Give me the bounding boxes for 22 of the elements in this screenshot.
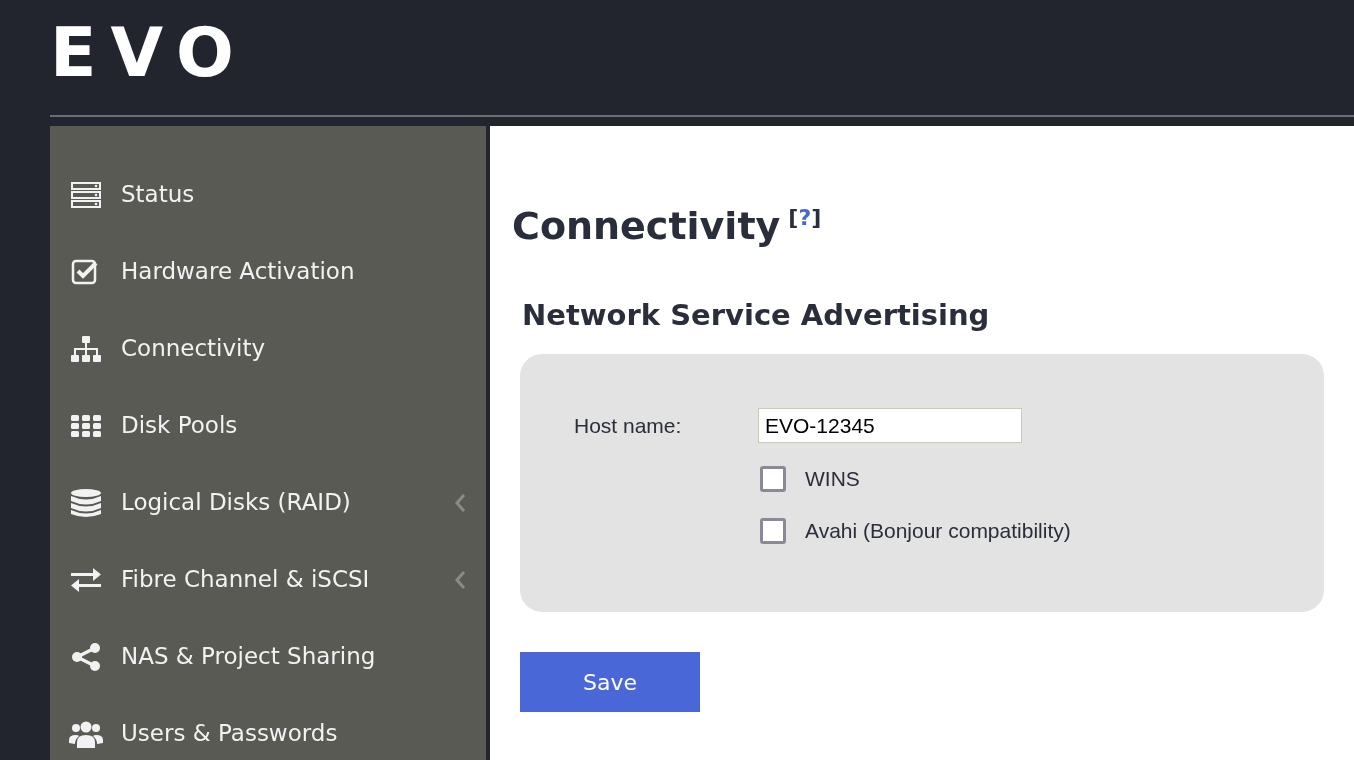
logo: EVO [50, 18, 248, 87]
save-button[interactable]: Save [520, 652, 700, 713]
checkbox-label: WINS [805, 466, 860, 493]
sidebar-item[interactable]: Logical Disks (RAID) [50, 464, 486, 541]
sidebar-item[interactable]: Hardware Activation [50, 233, 486, 310]
sidebar-item[interactable]: Status [50, 156, 486, 233]
help-link[interactable]: [?] [788, 205, 822, 231]
section-title: Network Service Advertising [522, 297, 991, 333]
sidebar-item[interactable]: Fibre Channel & iSCSI [50, 541, 486, 618]
sidebar-item[interactable]: Connectivity [50, 310, 486, 387]
sidebar-item[interactable]: Users & Passwords [50, 695, 486, 760]
checkbox[interactable] [760, 466, 786, 493]
sidebar-item[interactable]: Disk Pools [50, 387, 486, 464]
field-label: Host name: [574, 413, 683, 440]
page-title: Connectivity [512, 204, 781, 248]
sitemap-icon [68, 333, 104, 364]
server-icon [68, 179, 104, 210]
database-icon [68, 487, 104, 518]
checkbox-label: Avahi (Bonjour compatibility) [805, 517, 1071, 544]
checkbox[interactable] [760, 517, 786, 544]
host-name-field[interactable]: EVO-12345 [758, 408, 1022, 444]
sidebar-item[interactable]: NAS & Project Sharing [50, 618, 486, 695]
